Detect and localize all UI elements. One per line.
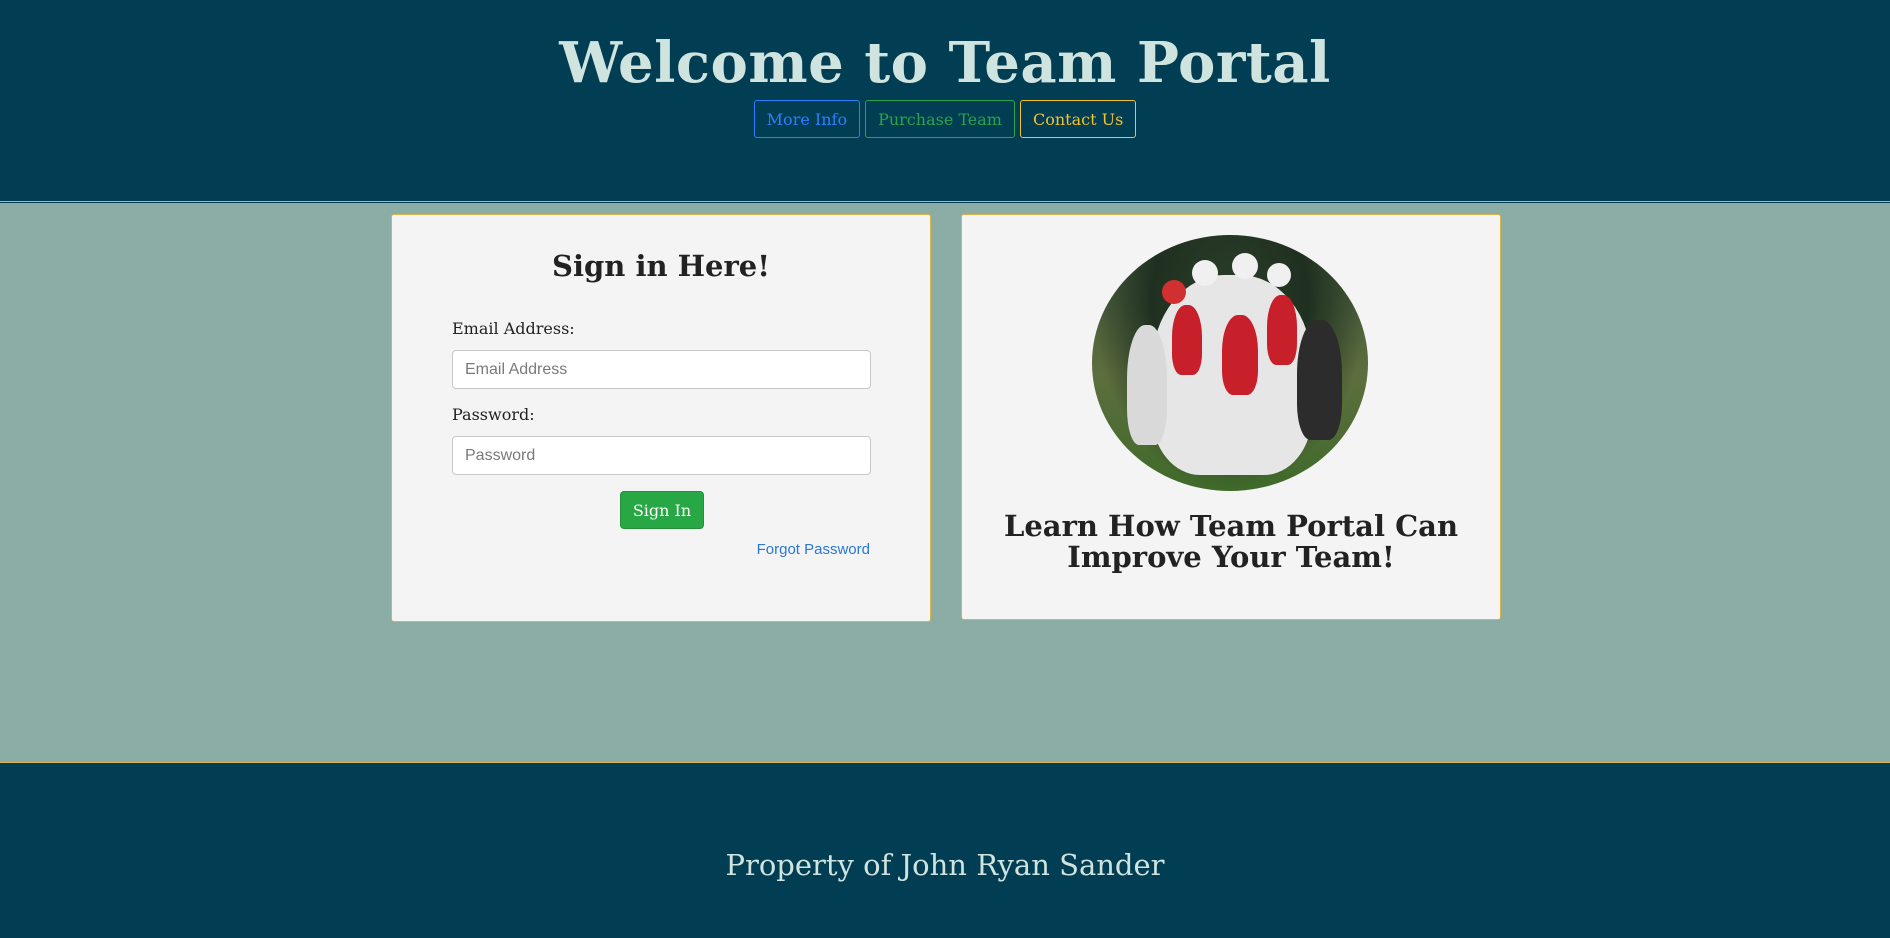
promo-heading: Learn How Team Portal Can Improve Your T…: [1003, 509, 1459, 574]
footer-text: Property of John Ryan Sander: [725, 848, 1165, 882]
header-nav: More Info Purchase Team Contact Us: [0, 100, 1890, 138]
page-header: Welcome to Team Portal More Info Purchas…: [0, 0, 1890, 202]
sign-in-button[interactable]: Sign In: [620, 491, 704, 529]
site-title: Welcome to Team Portal: [559, 30, 1331, 96]
promo-card: Learn How Team Portal Can Improve Your T…: [961, 214, 1501, 620]
signin-title: Sign in Here!: [552, 249, 770, 283]
forgot-password-link[interactable]: Forgot Password: [757, 541, 870, 558]
password-label: Password:: [452, 405, 535, 424]
team-photo: [1092, 235, 1368, 491]
more-info-button[interactable]: More Info: [753, 100, 861, 138]
main-section: Sign in Here! Email Address: Password: S…: [0, 203, 1890, 763]
signin-card: Sign in Here! Email Address: Password: S…: [391, 214, 931, 622]
email-field[interactable]: [452, 350, 871, 389]
email-label: Email Address:: [452, 319, 575, 338]
password-field[interactable]: [452, 436, 871, 475]
contact-us-button[interactable]: Contact Us: [1019, 100, 1137, 138]
purchase-team-button[interactable]: Purchase Team: [865, 100, 1015, 138]
